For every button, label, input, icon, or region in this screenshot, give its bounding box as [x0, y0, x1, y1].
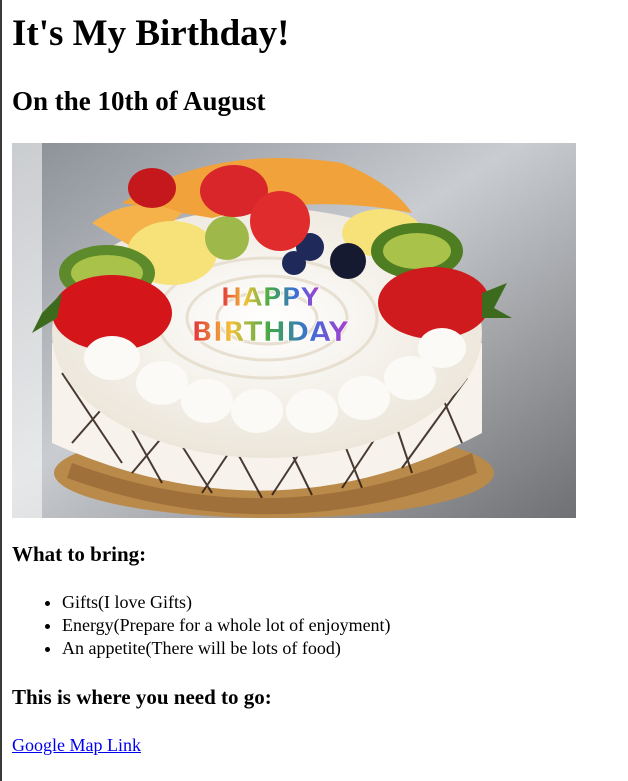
cake-text-line1: HAPPY: [221, 283, 321, 313]
google-map-link[interactable]: Google Map Link: [12, 734, 141, 756]
bring-item: Gifts(I love Gifts): [62, 591, 391, 614]
directions-heading: This is where you need to go:: [12, 685, 272, 709]
bring-list: Gifts(I love Gifts) Energy(Prepare for a…: [12, 591, 391, 660]
cake-text-line2: BIRTHDAY: [191, 315, 349, 348]
window-left-edge: [0, 0, 2, 781]
what-to-bring-heading: What to bring:: [12, 542, 147, 566]
bring-item: An appetite(There will be lots of food): [62, 637, 391, 660]
bring-item: Energy(Prepare for a whole lot of enjoym…: [62, 614, 391, 637]
birthday-cake-image: HAPPY BIRTHDAY: [12, 143, 576, 518]
event-date-heading: On the 10th of August: [12, 86, 266, 116]
page-title: It's My Birthday!: [12, 13, 290, 54]
